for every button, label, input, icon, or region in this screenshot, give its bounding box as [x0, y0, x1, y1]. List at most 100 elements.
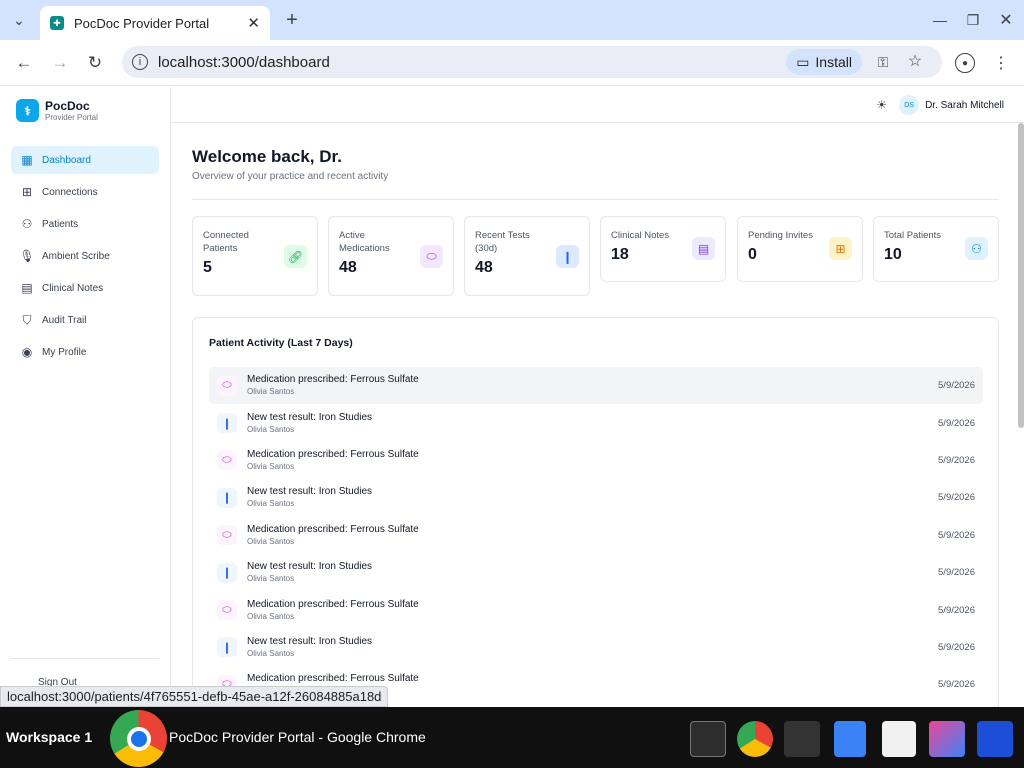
menu-dots-icon[interactable]: ⋮: [992, 53, 1010, 73]
activity-title-text: Medication prescribed: Ferrous Sulfate: [247, 673, 419, 685]
window-close-icon[interactable]: ✕: [996, 10, 1016, 30]
activity-date: 5/9/2026: [938, 604, 975, 616]
users-icon: ⚇: [21, 217, 33, 231]
bookmark-star-icon[interactable]: ☆: [906, 52, 924, 70]
minimize-icon[interactable]: —: [930, 10, 950, 30]
terminal-icon[interactable]: [690, 721, 726, 757]
activity-patient-name: Olivia Santos: [247, 499, 295, 509]
browser-tab[interactable]: ✚ PocDoc Provider Portal ✕: [40, 6, 270, 40]
pill-icon: ⬭: [217, 375, 237, 396]
browser-tab-strip: ⌄ ✚ PocDoc Provider Portal ✕ + — ❐ ✕: [0, 0, 1024, 40]
document-icon: ▤: [21, 281, 33, 295]
install-icon: ▭: [796, 53, 810, 70]
sidebar: ⚕ PocDoc Provider Portal ▦ Dashboard ⊞ Con…: [0, 87, 171, 707]
activity-patient-name: Olivia Santos: [247, 387, 295, 397]
chrome-tray-icon[interactable]: [737, 721, 773, 757]
user-menu[interactable]: DS Dr. Sarah Mitchell: [899, 95, 1004, 115]
stat-card-recent-tests[interactable]: Recent Tests (30d) 48 ❙: [464, 216, 590, 296]
url-input[interactable]: i localhost:3000/dashboard ▭ Install ⚿ ☆: [122, 46, 942, 78]
activity-title: Patient Activity (Last 7 Days): [209, 337, 353, 349]
tab-search-icon[interactable]: ⌄: [10, 12, 28, 28]
shield-icon: ⛉: [22, 312, 32, 327]
reload-icon[interactable]: ↻: [85, 53, 105, 73]
page-subtitle: Overview of your practice and recent act…: [192, 171, 389, 182]
activity-patient-name: Olivia Santos: [247, 648, 295, 658]
image-viewer-icon[interactable]: [929, 721, 965, 757]
grid-icon: ▦: [21, 153, 33, 167]
tab-title: PocDoc Provider Portal: [74, 15, 210, 31]
activity-date: 5/9/2026: [938, 679, 975, 691]
brand-subtitle: Provider Portal: [45, 112, 98, 122]
activity-row[interactable]: ❙ New test result: Iron Studies Olivia San…: [209, 404, 983, 441]
activity-row[interactable]: ⬭ Medication prescribed: Ferrous SulfateO…: [209, 442, 983, 479]
stat-card-active-medications[interactable]: Active Medications 48 ⬭: [328, 216, 454, 296]
activity-row[interactable]: ❙ New test result: Iron Studies Olivia San…: [209, 629, 983, 666]
activity-patient-name: Olivia Santos: [247, 536, 295, 546]
activity-title-text: Medication prescribed: Ferrous Sulfate: [247, 374, 419, 386]
mic-icon: 🎙: [19, 249, 35, 263]
activity-patient-name: Olivia Santos: [247, 461, 295, 471]
sidebar-item-ambient-scribe[interactable]: 🎙 Ambient Scribe: [11, 242, 159, 270]
stats-row: Connected Patients 5 🔗︎ Active Medicatio…: [192, 216, 999, 296]
activity-row[interactable]: ⬭ Medication prescribed: Ferrous SulfateO…: [209, 517, 983, 554]
tab-close-icon[interactable]: ✕: [247, 14, 260, 32]
activity-date: 5/9/2026: [938, 380, 975, 392]
divider: [192, 199, 999, 200]
profile-icon[interactable]: ●: [955, 53, 975, 73]
test-tube-icon: ❙: [556, 245, 579, 268]
stat-card-total-patients[interactable]: Total Patients 10 ⚇: [873, 216, 999, 282]
maximize-icon[interactable]: ❐: [963, 10, 983, 30]
key-icon[interactable]: ⚿: [874, 53, 892, 71]
test-tube-icon: ❙: [217, 487, 237, 508]
activity-title-text: New test result: Iron Studies: [247, 411, 373, 423]
activity-row[interactable]: ⬭ Medication prescribed: Ferrous SulfateO…: [209, 591, 983, 628]
sidebar-item-clinical-notes[interactable]: ▤ Clinical Notes: [11, 274, 159, 302]
users-icon: ⚇: [965, 237, 988, 260]
avatar: DS: [899, 95, 920, 115]
forward-icon[interactable]: →: [50, 53, 70, 73]
sidebar-item-audit-trail[interactable]: ⛉ Audit Trail: [11, 306, 159, 334]
link-icon: 🔗︎: [284, 245, 307, 268]
file-manager-icon[interactable]: [834, 721, 866, 757]
text-editor-icon[interactable]: [784, 721, 820, 757]
sidebar-item-dashboard[interactable]: ▦ Dashboard: [11, 146, 159, 174]
workspace-label[interactable]: Workspace 1: [6, 729, 92, 745]
stat-card-clinical-notes[interactable]: Clinical Notes 18 ▤: [600, 216, 726, 282]
chrome-icon[interactable]: [110, 710, 167, 767]
stat-card-pending-invites[interactable]: Pending Invites 0 ⊞: [737, 216, 863, 282]
activity-list: ⬭ Medication prescribed: Ferrous Sulfate O…: [209, 367, 983, 704]
user-name: Dr. Sarah Mitchell: [925, 99, 1004, 111]
page-scrollbar[interactable]: [1018, 123, 1024, 428]
activity-row[interactable]: ❙ New test result: Iron Studies Olivia San…: [209, 479, 983, 516]
activity-patient-name: Olivia Santos: [247, 574, 295, 584]
status-bar-url: localhost:3000/patients/4f765551-defb-45…: [0, 686, 389, 707]
main-content: Welcome back, Dr. Overview of your pract…: [192, 147, 999, 717]
page-title: Welcome back, Dr.: [192, 147, 342, 166]
qr-icon: ⊞: [21, 185, 33, 199]
test-tube-icon: ❙: [217, 637, 237, 658]
activity-row[interactable]: ⬭ Medication prescribed: Ferrous SulfateO…: [209, 367, 983, 405]
taskbar-window-title[interactable]: PocDoc Provider Portal - Google Chrome: [169, 729, 426, 745]
activity-title-text: Medication prescribed: Ferrous Sulfate: [247, 448, 419, 460]
sign-out-button[interactable]: Sign Out: [10, 658, 159, 688]
activity-row[interactable]: ❙ New test result: Iron Studies Olivia San…: [209, 554, 983, 591]
install-button[interactable]: ▭ Install: [786, 49, 862, 75]
sidebar-item-connections[interactable]: ⊞ Connections: [11, 178, 159, 206]
sidebar-item-my-profile[interactable]: ◉ My Profile: [11, 338, 159, 366]
site-info-icon[interactable]: i: [132, 54, 148, 70]
activity-title-text: New test result: Iron Studies: [247, 561, 373, 573]
theme-toggle-sun-icon[interactable]: ☀: [876, 98, 887, 112]
document-icon: ▤: [692, 237, 715, 260]
new-tab-icon[interactable]: +: [282, 9, 302, 31]
document-viewer-icon[interactable]: [882, 721, 916, 757]
pill-icon: ⬭: [217, 450, 237, 471]
pill-icon: ⬭: [420, 245, 443, 268]
sidebar-item-patients[interactable]: ⚇ Patients: [11, 210, 159, 238]
patient-activity-panel: Patient Activity (Last 7 Days) ⬭ Medicati…: [192, 317, 999, 717]
activity-date: 5/9/2026: [938, 417, 975, 429]
activity-title-text: New test result: Iron Studies: [247, 486, 373, 498]
back-icon[interactable]: ←: [14, 53, 34, 73]
calculator-icon[interactable]: [977, 721, 1013, 757]
brand-logo[interactable]: ⚕ PocDoc Provider Portal: [16, 99, 98, 122]
stat-card-connected-patients[interactable]: Connected Patients 5 🔗︎: [192, 216, 318, 296]
